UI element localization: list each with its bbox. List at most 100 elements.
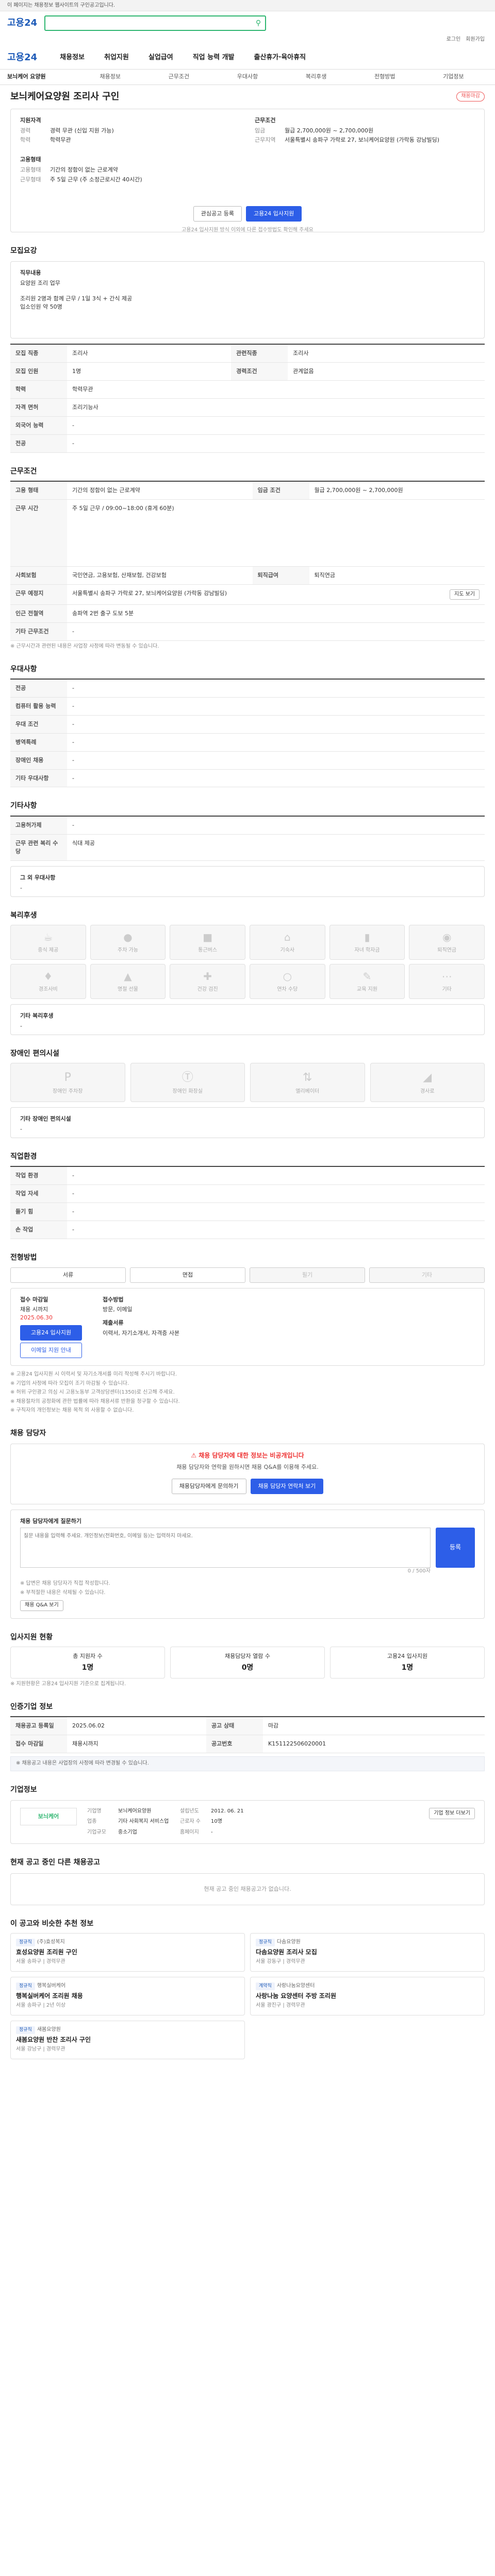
table-row: 컴퓨터 활용 능력 - [10, 697, 485, 716]
cell-value: - [67, 1184, 485, 1204]
table-row: 기타 근무조건 - [10, 622, 485, 641]
company-key: 근로자 수 [180, 1819, 201, 1825]
gnb-jobs[interactable]: 채용정보 [60, 53, 85, 63]
job-title-row: 보늬케어요양원 조리사 구인 채용마감 [10, 90, 485, 104]
gnb-support[interactable]: 취업지원 [104, 53, 129, 63]
site-logo[interactable]: 고용24 [7, 16, 37, 30]
global-nav: 고용24 채용정보 취업지원 실업급여 직업 능력 개발 출산휴가·육아휴직 [0, 47, 495, 70]
career-key: 경력 [20, 127, 31, 134]
apply-box: 접수 마감일 채용 시까지 2025.06.30 고용24 입사지원 이메일 지… [10, 1287, 485, 1366]
login-link[interactable]: 로그인 [447, 36, 461, 44]
welfare-tile-label: 주차 가능 [118, 947, 138, 954]
disabled-extra-value: - [20, 1126, 22, 1133]
search-icon[interactable]: ⚲ [256, 18, 261, 28]
cell-key: 손 작업 [10, 1221, 67, 1240]
qa-input[interactable] [20, 1527, 431, 1568]
welfare-tile: ◉ 퇴직연금 [409, 924, 485, 960]
recommend-card[interactable]: 계약직 사랑나눔요양센터 사랑나눔 요양센터 주방 조리원 서울 광진구 | 경력무관 [250, 1976, 485, 2015]
recommend-card[interactable]: 정규직 (주)효성복지 효성요양원 조리원 구인 서울 송파구 | 경력무관 [10, 1933, 245, 1972]
cell-key: 기타 근무조건 [10, 622, 67, 641]
company-box: 보늬케어 기업명 보늬케어요양원 설립년도 2012. 06. 21 업종 기타 사회… [10, 1800, 485, 1844]
header: 고용24 ⚲ [0, 11, 495, 35]
table-row: 접수 마감일 채용시까지 공고번호 K151122506020001 [10, 1735, 485, 1754]
cell-value: 조리사 [67, 344, 232, 363]
emp-type-value: 기간의 정함이 없는 근로계약 [50, 166, 118, 174]
contact-inquiry-button[interactable]: 채용담당자에게 문의하기 [171, 1479, 246, 1495]
cell-key: 공고 상태 [206, 1717, 263, 1736]
tab-preference[interactable]: 우대사항 [213, 73, 282, 81]
cell-value: - [67, 733, 485, 752]
tab-welfare[interactable]: 복리후생 [282, 73, 351, 81]
recommend-card[interactable]: 정규직 다솜요양원 다솜요양원 조리사 모집 서울 강동구 | 경력무관 [250, 1933, 485, 1972]
cell-value: - [67, 816, 485, 835]
email-apply-button[interactable]: 이메일 지원 안내 [20, 1343, 82, 1359]
scrap-button[interactable]: 관심공고 등록 [193, 206, 242, 222]
company-more-button[interactable]: 기업 정보 더보기 [429, 1807, 475, 1820]
house-icon: ⌂ [284, 931, 291, 944]
deadline-label: 접수 마감일 [20, 1296, 48, 1303]
tab-jobinfo[interactable]: 채용정보 [76, 73, 144, 81]
selection-notes: ※ 고용24 입사지원 시 이력서 및 자기소개서를 미리 작성해 주시기 바랍… [10, 1371, 485, 1415]
facility-label: 엘리베이터 [295, 1088, 320, 1094]
facility-tile: ⇅ 엘리베이터 [250, 1063, 365, 1103]
docs-label: 제출서류 [103, 1319, 124, 1327]
etc-extra-box: 그 외 우대사항 - [10, 866, 485, 897]
cell-value: 마감 [262, 1717, 485, 1736]
cell-key: 전공 [10, 679, 67, 698]
job-summary-box: 지원자격 경력 경력 무관 (신입 지원 가능) 학력 학력무관 고용형태 고용형태… [10, 108, 485, 233]
cell-key: 근무 관련 복리 수당 [10, 834, 67, 861]
cell-value: 조리기능사 [67, 398, 485, 417]
company-title: 기업정보 [10, 1785, 37, 1794]
qa-list-button[interactable]: 채용 Q&A 보기 [20, 1600, 63, 1611]
elevator-icon: ⇅ [303, 1071, 312, 1084]
stat-label: 채용담당자 열람 수 [225, 1653, 270, 1660]
recommend-company: 새봄요양원 [37, 2026, 61, 2032]
tab-selection[interactable]: 전형방법 [351, 73, 419, 81]
recommend-card[interactable]: 정규직 행복실버케어 행복실버케어 조리원 채용 서울 송파구 | 2년 이상 [10, 1976, 245, 2015]
contact-view-button[interactable]: 채용 담당자 연락처 보기 [250, 1479, 324, 1495]
top-bar-text: 이 페이지는 채용정보 웹사이트의 구인공고입니다. [7, 3, 116, 8]
tab-company[interactable]: 보늬케어 요양원 [7, 73, 76, 81]
cell-value: 서울특별시 송파구 가락로 27, 보늬케어요양원 (가락동 강남빌딩) [72, 589, 227, 597]
table-row: 사회보험 국민연금, 고용보험, 산재보험, 건강보험 퇴직급여 퇴직연금 [10, 566, 485, 585]
qa-box: 채용 담당자에게 질문하기 등록 0 / 500자 ※ 답변은 채용 담당자가 … [10, 1510, 485, 1619]
wage-key: 임금 [255, 127, 266, 134]
welfare-tile: ● 주차 가능 [90, 924, 166, 960]
welfare-tile: ▮ 자녀 학자금 [329, 924, 405, 960]
recommend-title-text[interactable]: 효성요양원 조리원 구인 [16, 1948, 239, 1957]
map-button[interactable]: 지도 보기 [450, 589, 480, 600]
contact-title: 채용 담당자 [10, 1429, 46, 1437]
gnb-benefit[interactable]: 실업급여 [148, 53, 173, 63]
recommend-title-text[interactable]: 새봄요양원 반찬 조리사 구인 [16, 2036, 239, 2044]
bus-icon: ■ [203, 931, 213, 944]
tab-corp[interactable]: 기업정보 [419, 73, 488, 81]
gnb-leave[interactable]: 출산휴가·육아휴직 [254, 53, 306, 63]
qa-submit-button[interactable]: 등록 [436, 1527, 475, 1568]
recommend-card[interactable]: 정규직 새봄요양원 새봄요양원 반찬 조리사 구인 서울 강남구 | 경력무관 [10, 2020, 245, 2059]
recommend-title-text[interactable]: 다솜요양원 조리사 모집 [256, 1948, 479, 1957]
tab-conditions[interactable]: 근무조건 [144, 73, 213, 81]
work-type-key: 근무형태 [20, 176, 41, 183]
apply-button-2[interactable]: 고용24 입사지원 [20, 1325, 82, 1341]
duty-text-3: 입소인원 약 50명 [20, 303, 62, 310]
welfare-tile-label: 명절 선물 [118, 987, 138, 993]
gnb-training[interactable]: 직업 능력 개발 [193, 53, 235, 63]
gnb-logo[interactable]: 고용24 [7, 51, 37, 64]
cell-value: 월급 2,700,000원 ~ 2,700,000원 [309, 481, 485, 500]
recommend-title-text[interactable]: 행복실버케어 조리원 채용 [16, 1992, 239, 2001]
cell-key: 병역특례 [10, 733, 67, 752]
etc-extra-value: - [20, 884, 22, 891]
apply-button[interactable]: 고용24 입사지원 [246, 206, 302, 222]
welfare-tile-label: 통근버스 [198, 947, 218, 954]
recommend-title-text[interactable]: 사랑나눔 요양센터 주방 조리원 [256, 1992, 479, 2001]
qa-label: 채용 담당자에게 질문하기 [20, 1518, 81, 1525]
parking-icon: P [64, 1071, 71, 1084]
signup-link[interactable]: 회원가입 [466, 36, 485, 44]
cell-value: - [67, 434, 485, 453]
qualification-label: 지원자격 [20, 116, 41, 124]
welfare-tile-label: 기타 [442, 987, 452, 993]
search-input[interactable]: ⚲ [44, 15, 267, 31]
cell-key: 고용 형태 [10, 481, 67, 500]
company-key: 홈페이지 [180, 1829, 199, 1835]
qa-note: ※ 답변은 채용 담당자가 직접 작성합니다. [20, 1581, 110, 1587]
